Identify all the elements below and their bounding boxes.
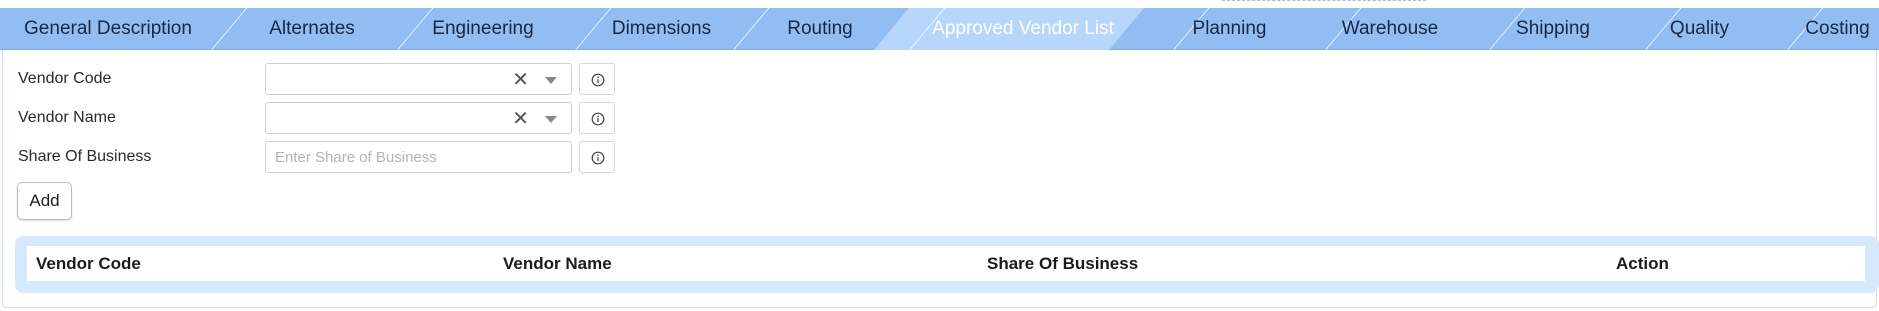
tab-warehouse[interactable]: Warehouse bbox=[1320, 8, 1460, 50]
caret-down-icon[interactable] bbox=[545, 77, 557, 84]
close-icon[interactable]: ✕ bbox=[512, 107, 529, 131]
tab-alternates[interactable]: Alternates bbox=[232, 8, 392, 50]
share-of-business-label: Share Of Business bbox=[18, 148, 152, 165]
tab-shipping[interactable]: Shipping bbox=[1488, 8, 1618, 50]
tab-costing[interactable]: Costing bbox=[1790, 8, 1879, 50]
info-circle-icon bbox=[591, 151, 605, 165]
vendor-name-select[interactable]: ✕ bbox=[265, 102, 572, 134]
share-of-business-input[interactable] bbox=[265, 141, 572, 173]
vendor-name-label: Vendor Name bbox=[18, 109, 116, 126]
share-of-business-info-button[interactable] bbox=[579, 141, 615, 173]
tab-approved-vendor-list[interactable]: Approved Vendor List bbox=[903, 8, 1143, 50]
tab-quality[interactable]: Quality bbox=[1642, 8, 1757, 50]
tab-routing[interactable]: Routing bbox=[760, 8, 880, 50]
vendor-code-info-button[interactable] bbox=[579, 63, 615, 95]
vendor-code-select[interactable]: ✕ bbox=[265, 63, 572, 95]
caret-down-icon[interactable] bbox=[545, 116, 557, 123]
tab-bar: General Description Alternates Engineeri… bbox=[0, 8, 1879, 50]
column-header-vendor-name[interactable]: Vendor Name bbox=[503, 246, 612, 281]
column-header-share-of-business[interactable]: Share Of Business bbox=[987, 246, 1138, 281]
tab-planning[interactable]: Planning bbox=[1172, 8, 1287, 50]
info-circle-icon bbox=[591, 73, 605, 87]
drop-hint-border bbox=[1222, 0, 1426, 3]
tab-general-description[interactable]: General Description bbox=[8, 8, 208, 50]
info-circle-icon bbox=[591, 112, 605, 126]
tab-dimensions[interactable]: Dimensions bbox=[584, 8, 739, 50]
vendor-name-info-button[interactable] bbox=[579, 102, 615, 134]
close-icon[interactable]: ✕ bbox=[512, 68, 529, 92]
column-header-action[interactable]: Action bbox=[1616, 246, 1669, 281]
grid-header-row: Vendor Code Vendor Name Share Of Busines… bbox=[27, 246, 1865, 281]
column-header-vendor-code[interactable]: Vendor Code bbox=[36, 246, 141, 281]
tab-engineering[interactable]: Engineering bbox=[408, 8, 558, 50]
vendor-grid: Vendor Code Vendor Name Share Of Busines… bbox=[15, 236, 1879, 293]
add-button[interactable]: Add bbox=[17, 182, 72, 220]
vendor-code-label: Vendor Code bbox=[18, 70, 112, 87]
